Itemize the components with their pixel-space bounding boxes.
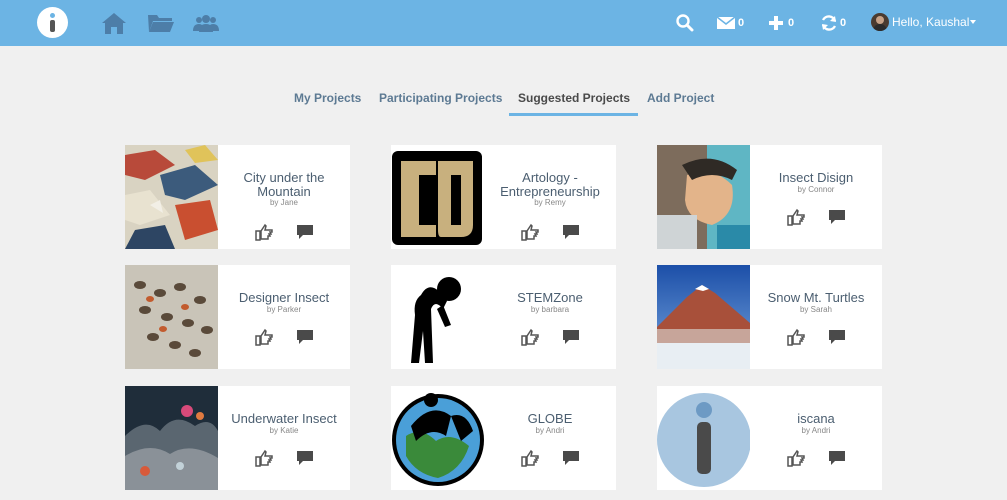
project-title[interactable]: City under the Mountain <box>218 171 350 199</box>
chevron-down-icon[interactable] <box>970 20 976 24</box>
project-card[interactable]: City under the Mountain by Jane <box>125 145 350 249</box>
project-author: by Andri <box>535 426 565 435</box>
project-title[interactable]: Artology - Entrepreneurship <box>484 171 616 199</box>
comment-icon[interactable] <box>827 449 847 467</box>
home-icon[interactable] <box>101 11 127 35</box>
project-title[interactable]: Underwater Insect <box>218 412 350 426</box>
tab-add-project[interactable]: Add Project <box>647 91 714 105</box>
like-icon[interactable] <box>520 449 540 467</box>
comment-icon[interactable] <box>827 328 847 346</box>
project-title[interactable]: iscana <box>750 412 882 426</box>
like-icon[interactable] <box>254 328 274 346</box>
comment-icon[interactable] <box>561 223 581 241</box>
sync-icon[interactable] <box>819 13 839 33</box>
project-card[interactable]: iscana by Andri <box>657 386 882 490</box>
like-icon[interactable] <box>254 223 274 241</box>
comment-icon[interactable] <box>295 223 315 241</box>
active-tab-indicator <box>509 113 638 116</box>
like-icon[interactable] <box>786 328 806 346</box>
project-thumbnail-underwater-insect[interactable] <box>125 386 218 490</box>
folder-icon[interactable] <box>147 11 175 35</box>
project-thumbnail-iscana[interactable] <box>657 386 750 490</box>
project-title[interactable]: Insect Disign <box>750 171 882 185</box>
project-author: by Connor <box>797 185 835 194</box>
messages-count: 0 <box>738 17 745 29</box>
add-count: 0 <box>788 17 795 29</box>
messages-icon[interactable] <box>716 13 736 33</box>
project-author: by barbara <box>530 305 570 314</box>
search-icon[interactable] <box>676 13 694 33</box>
project-author: by Parker <box>266 305 302 314</box>
comment-icon[interactable] <box>561 449 581 467</box>
like-icon[interactable] <box>520 328 540 346</box>
tab-my-projects[interactable]: My Projects <box>294 91 361 105</box>
comment-icon[interactable] <box>827 208 847 226</box>
project-card[interactable]: GLOBE by Andri <box>391 386 616 490</box>
user-menu-label[interactable]: Hello, Kaushal <box>892 15 969 29</box>
project-thumbnail-artology-entrepreneurship[interactable] <box>391 145 484 249</box>
project-author: by Jane <box>269 198 299 207</box>
project-card[interactable]: Artology - Entrepreneurship by Remy <box>391 145 616 249</box>
project-thumbnail-globe[interactable] <box>391 386 484 490</box>
project-thumbnail-city-under-the-mountain[interactable] <box>125 145 218 249</box>
project-thumbnail-snow-mt-turtles[interactable] <box>657 265 750 369</box>
like-icon[interactable] <box>254 449 274 467</box>
comment-icon[interactable] <box>295 328 315 346</box>
tab-participating-projects[interactable]: Participating Projects <box>379 91 502 105</box>
top-navbar: 0 0 0 Hello, Kaushal <box>0 0 1007 46</box>
project-author: by Katie <box>269 426 299 435</box>
project-title[interactable]: Snow Mt. Turtles <box>750 291 882 305</box>
project-title[interactable]: Designer Insect <box>218 291 350 305</box>
project-card[interactable]: Insect Disign by Connor <box>657 145 882 249</box>
like-icon[interactable] <box>520 223 540 241</box>
comment-icon[interactable] <box>295 449 315 467</box>
like-icon[interactable] <box>786 208 806 226</box>
project-author: by Sarah <box>799 305 833 314</box>
project-title[interactable]: GLOBE <box>484 412 616 426</box>
user-avatar[interactable] <box>871 13 889 31</box>
sync-count: 0 <box>840 17 847 29</box>
project-thumbnail-insect-disign[interactable] <box>657 145 750 249</box>
project-title[interactable]: STEMZone <box>484 291 616 305</box>
people-icon[interactable] <box>192 11 220 35</box>
project-card[interactable]: Snow Mt. Turtles by Sarah <box>657 265 882 369</box>
project-card[interactable]: STEMZone by barbara <box>391 265 616 369</box>
project-thumbnail-stemzone[interactable] <box>391 265 484 369</box>
project-thumbnail-designer-insect[interactable] <box>125 265 218 369</box>
project-card[interactable]: Designer Insect by Parker <box>125 265 350 369</box>
like-icon[interactable] <box>786 449 806 467</box>
project-author: by Remy <box>534 198 566 207</box>
project-author: by Andri <box>801 426 831 435</box>
tab-suggested-projects[interactable]: Suggested Projects <box>518 91 630 105</box>
app-logo[interactable] <box>37 7 68 38</box>
project-card[interactable]: Underwater Insect by Katie <box>125 386 350 490</box>
comment-icon[interactable] <box>561 328 581 346</box>
plus-icon[interactable] <box>767 13 785 33</box>
